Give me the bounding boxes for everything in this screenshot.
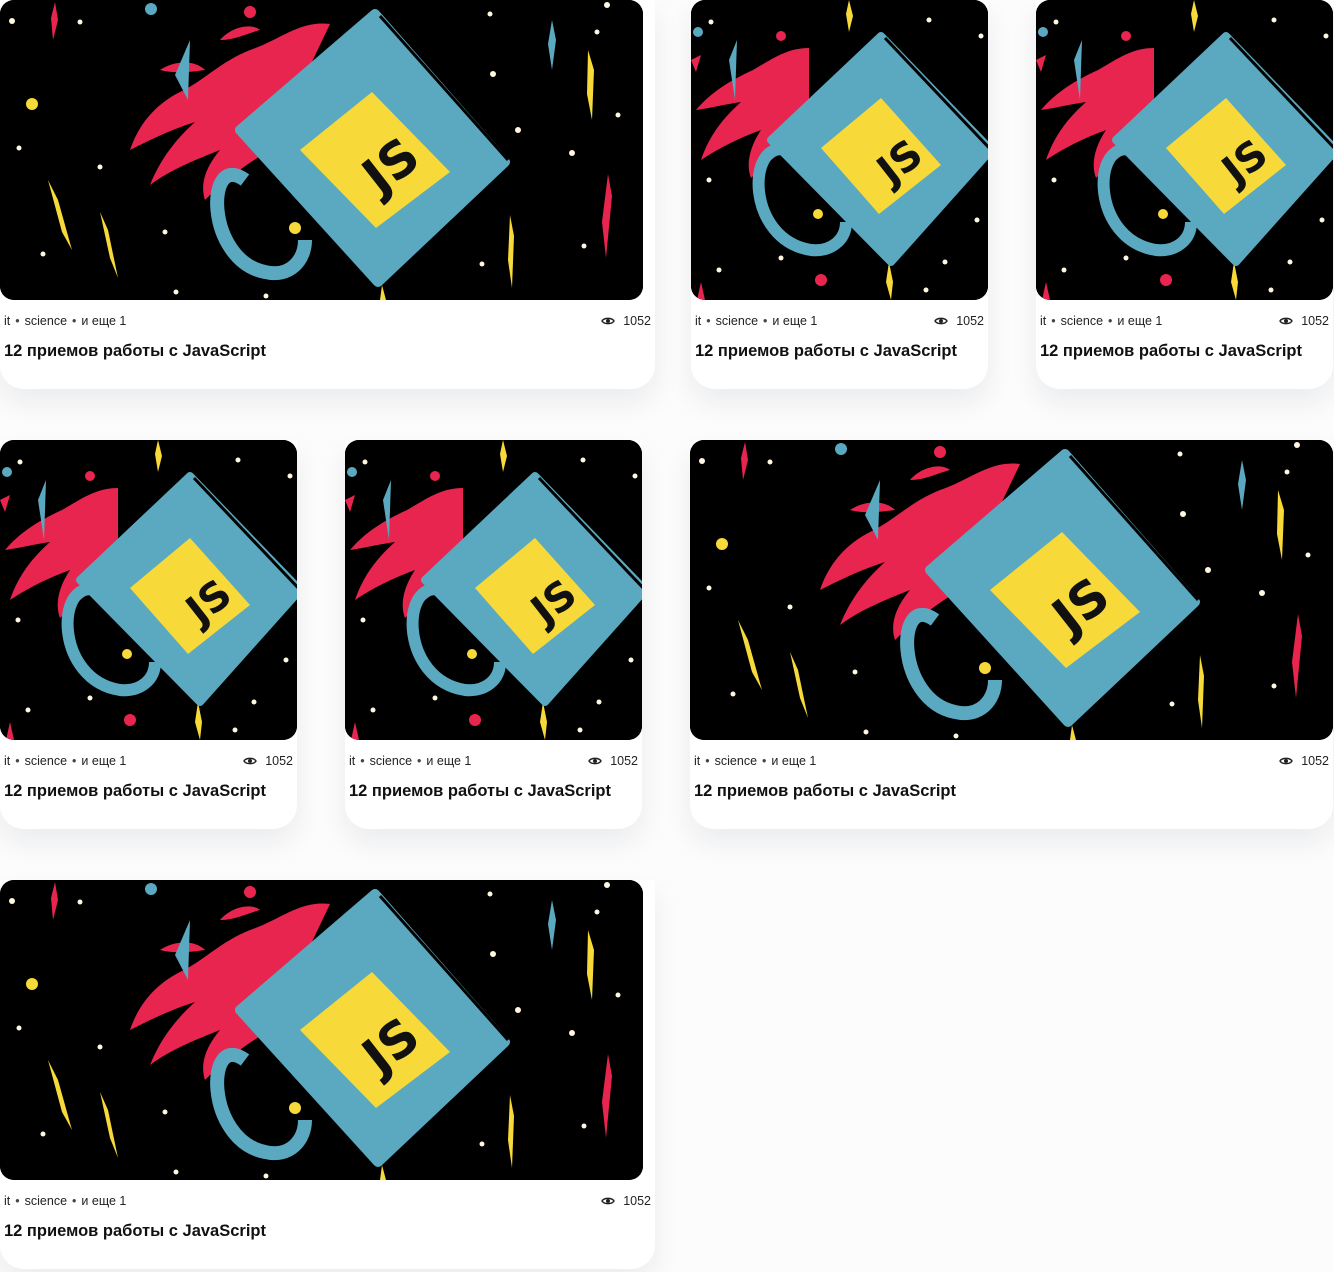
- js-mug-illustration: [0, 440, 297, 740]
- tag-separator: •: [762, 754, 767, 768]
- tag[interactable]: it: [694, 754, 700, 768]
- article-card[interactable]: it • science • и еще 1 1052 12 приемов раб…: [1036, 0, 1333, 389]
- view-count: 1052: [243, 754, 293, 768]
- tag[interactable]: science: [370, 754, 412, 768]
- tag-separator: •: [1108, 314, 1113, 328]
- tag[interactable]: it: [4, 754, 10, 768]
- eye-icon: [588, 756, 602, 766]
- tag[interactable]: science: [715, 754, 757, 768]
- article-title[interactable]: 12 приемов работы с JavaScript: [0, 341, 655, 389]
- js-mug-illustration: [0, 880, 643, 1180]
- more-tags[interactable]: и еще 1: [1117, 314, 1162, 328]
- tag[interactable]: science: [716, 314, 758, 328]
- view-count-value: 1052: [265, 754, 293, 768]
- view-count: 1052: [1279, 314, 1329, 328]
- tag[interactable]: it: [349, 754, 355, 768]
- tag-list: it • science • и еще 1: [4, 314, 126, 328]
- view-count: 1052: [601, 314, 651, 328]
- tag-list: it • science • и еще 1: [349, 754, 471, 768]
- article-meta: it • science • и еще 1 1052: [345, 753, 642, 769]
- tag-separator: •: [15, 314, 20, 328]
- article-card[interactable]: it • science • и еще 1 1052 12 приемов раб…: [345, 440, 642, 829]
- article-meta: it • science • и еще 1 1052: [0, 753, 297, 769]
- view-count-value: 1052: [1301, 314, 1329, 328]
- article-title[interactable]: 12 приемов работы с JavaScript: [0, 1221, 655, 1269]
- view-count: 1052: [588, 754, 638, 768]
- article-thumbnail[interactable]: [0, 0, 643, 300]
- tag-list: it • science • и еще 1: [4, 754, 126, 768]
- tag-separator: •: [15, 1194, 20, 1208]
- eye-icon: [1279, 316, 1293, 326]
- tag[interactable]: it: [4, 1194, 10, 1208]
- more-tags[interactable]: и еще 1: [81, 1194, 126, 1208]
- tag-separator: •: [72, 1194, 77, 1208]
- article-meta: it • science • и еще 1 1052: [1036, 313, 1333, 329]
- tag-separator: •: [360, 754, 365, 768]
- article-title[interactable]: 12 приемов работы с JavaScript: [0, 781, 297, 829]
- article-title[interactable]: 12 приемов работы с JavaScript: [691, 341, 988, 389]
- view-count-value: 1052: [623, 1194, 651, 1208]
- js-mug-illustration: [0, 0, 643, 300]
- view-count: 1052: [601, 1194, 651, 1208]
- tag[interactable]: science: [25, 754, 67, 768]
- article-meta: it • science • и еще 1 1052: [690, 753, 1333, 769]
- article-meta: it • science • и еще 1 1052: [0, 1193, 655, 1209]
- tag-separator: •: [705, 754, 710, 768]
- article-meta: it • science • и еще 1 1052: [691, 313, 988, 329]
- more-tags[interactable]: и еще 1: [426, 754, 471, 768]
- article-thumbnail[interactable]: [691, 0, 988, 300]
- tag-separator: •: [763, 314, 768, 328]
- eye-icon: [601, 1196, 615, 1206]
- article-title[interactable]: 12 приемов работы с JavaScript: [1036, 341, 1333, 389]
- article-card[interactable]: it • science • и еще 1 1052 12 приемов раб…: [0, 880, 655, 1269]
- eye-icon: [934, 316, 948, 326]
- tag-list: it • science • и еще 1: [694, 754, 816, 768]
- article-card[interactable]: it • science • и еще 1 1052 12 приемов раб…: [0, 440, 297, 829]
- tag-separator: •: [417, 754, 422, 768]
- tag[interactable]: it: [1040, 314, 1046, 328]
- article-card[interactable]: it • science • и еще 1 1052 12 приемов раб…: [691, 0, 988, 389]
- tag-separator: •: [1051, 314, 1056, 328]
- article-thumbnail[interactable]: [0, 440, 297, 740]
- tag[interactable]: science: [1061, 314, 1103, 328]
- article-thumbnail[interactable]: [345, 440, 642, 740]
- view-count: 1052: [1279, 754, 1329, 768]
- view-count-value: 1052: [956, 314, 984, 328]
- tag[interactable]: science: [25, 1194, 67, 1208]
- article-card[interactable]: it • science • и еще 1 1052 12 приемов раб…: [690, 440, 1333, 829]
- article-meta: it • science • и еще 1 1052: [0, 313, 655, 329]
- article-card[interactable]: it • science • и еще 1 1052 12 приемов раб…: [0, 0, 655, 389]
- eye-icon: [1279, 756, 1293, 766]
- tag-separator: •: [72, 314, 77, 328]
- js-mug-illustration: [345, 440, 642, 740]
- tag-list: it • science • и еще 1: [695, 314, 817, 328]
- js-mug-illustration: [690, 440, 1333, 740]
- tag[interactable]: it: [4, 314, 10, 328]
- tag[interactable]: it: [695, 314, 701, 328]
- article-title[interactable]: 12 приемов работы с JavaScript: [345, 781, 642, 829]
- view-count-value: 1052: [1301, 754, 1329, 768]
- view-count: 1052: [934, 314, 984, 328]
- js-mug-illustration: [1036, 0, 1333, 300]
- eye-icon: [601, 316, 615, 326]
- tag-separator: •: [15, 754, 20, 768]
- view-count-value: 1052: [623, 314, 651, 328]
- more-tags[interactable]: и еще 1: [81, 314, 126, 328]
- more-tags[interactable]: и еще 1: [772, 314, 817, 328]
- tag-separator: •: [706, 314, 711, 328]
- article-thumbnail[interactable]: [1036, 0, 1333, 300]
- article-thumbnail[interactable]: [0, 880, 643, 1180]
- article-thumbnail[interactable]: [690, 440, 1333, 740]
- tag[interactable]: science: [25, 314, 67, 328]
- article-title[interactable]: 12 приемов работы с JavaScript: [690, 781, 1333, 829]
- tag-separator: •: [72, 754, 77, 768]
- more-tags[interactable]: и еще 1: [771, 754, 816, 768]
- eye-icon: [243, 756, 257, 766]
- tag-list: it • science • и еще 1: [4, 1194, 126, 1208]
- tag-list: it • science • и еще 1: [1040, 314, 1162, 328]
- js-mug-illustration: [691, 0, 988, 300]
- more-tags[interactable]: и еще 1: [81, 754, 126, 768]
- view-count-value: 1052: [610, 754, 638, 768]
